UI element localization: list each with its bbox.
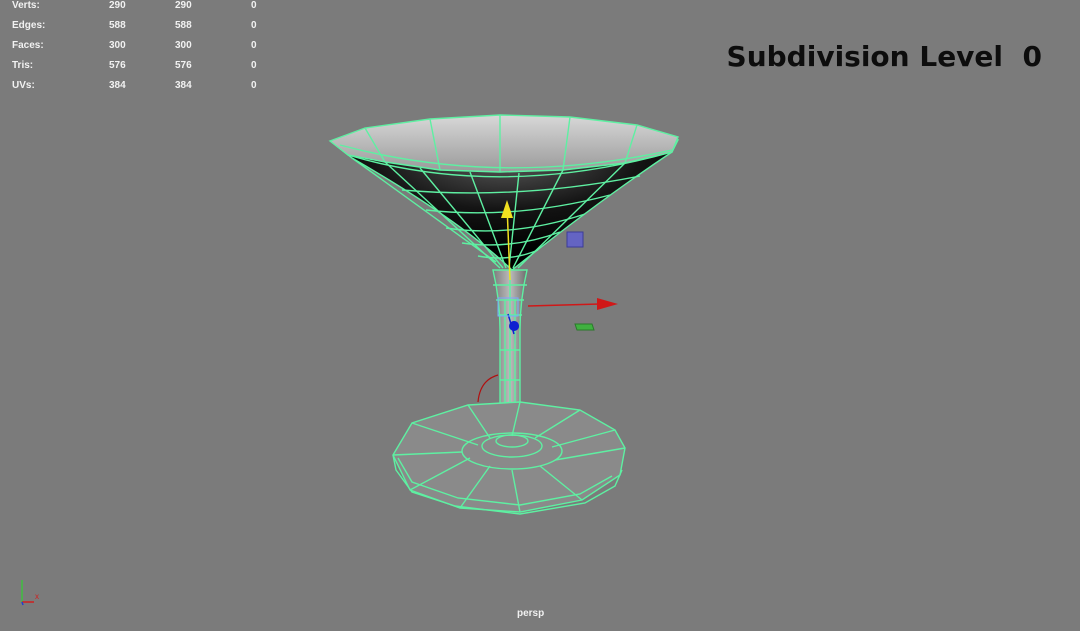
x-axis-label: x xyxy=(35,592,39,601)
hud-label: Verts: xyxy=(12,0,40,11)
hud-value-selected: 290 xyxy=(175,0,192,11)
hud-value-object: 588 xyxy=(109,20,126,31)
subdivision-level-overlay: Subdivision Level 0 xyxy=(726,40,1042,73)
hud-value-component: 0 xyxy=(251,40,257,51)
hud-value-object: 300 xyxy=(109,40,126,51)
hud-row-uvs: UVs: 384 384 0 xyxy=(12,80,272,100)
plane-handle[interactable] xyxy=(566,231,584,248)
martini-glass-mesh[interactable] xyxy=(328,114,680,515)
hud-value-selected: 384 xyxy=(175,80,192,91)
hud-value-selected: 588 xyxy=(175,20,192,31)
hud-value-object: 384 xyxy=(109,80,126,91)
hud-value-component: 0 xyxy=(251,60,257,71)
hud-label: Tris: xyxy=(12,60,34,71)
x-axis-handle[interactable] xyxy=(597,298,618,310)
hud-label: Faces: xyxy=(12,40,44,51)
hud-value-selected: 300 xyxy=(175,40,192,51)
hud-row-tris: Tris: 576 576 0 xyxy=(12,60,272,80)
hud-value-component: 0 xyxy=(251,20,257,31)
hud-row-edges: Edges: 588 588 0 xyxy=(12,20,272,40)
hud-label: Edges: xyxy=(12,20,46,31)
hud-value-object: 290 xyxy=(109,0,126,11)
poly-count-hud: Verts: 290 290 0 Edges: 588 588 0 Faces:… xyxy=(12,0,272,100)
camera-name-label: persp xyxy=(517,608,545,619)
rotation-arc xyxy=(477,374,499,403)
hud-value-component: 0 xyxy=(251,80,257,91)
hud-row-faces: Faces: 300 300 0 xyxy=(12,40,272,60)
xz-plane-handle[interactable] xyxy=(574,323,595,331)
hud-value-object: 576 xyxy=(109,60,126,71)
hud-label: UVs: xyxy=(12,80,35,91)
hud-value-selected: 576 xyxy=(175,60,192,71)
hud-row-verts: Verts: 290 290 0 xyxy=(12,0,272,20)
hud-value-component: 0 xyxy=(251,0,257,11)
axis-indicator: x xyxy=(14,576,48,608)
